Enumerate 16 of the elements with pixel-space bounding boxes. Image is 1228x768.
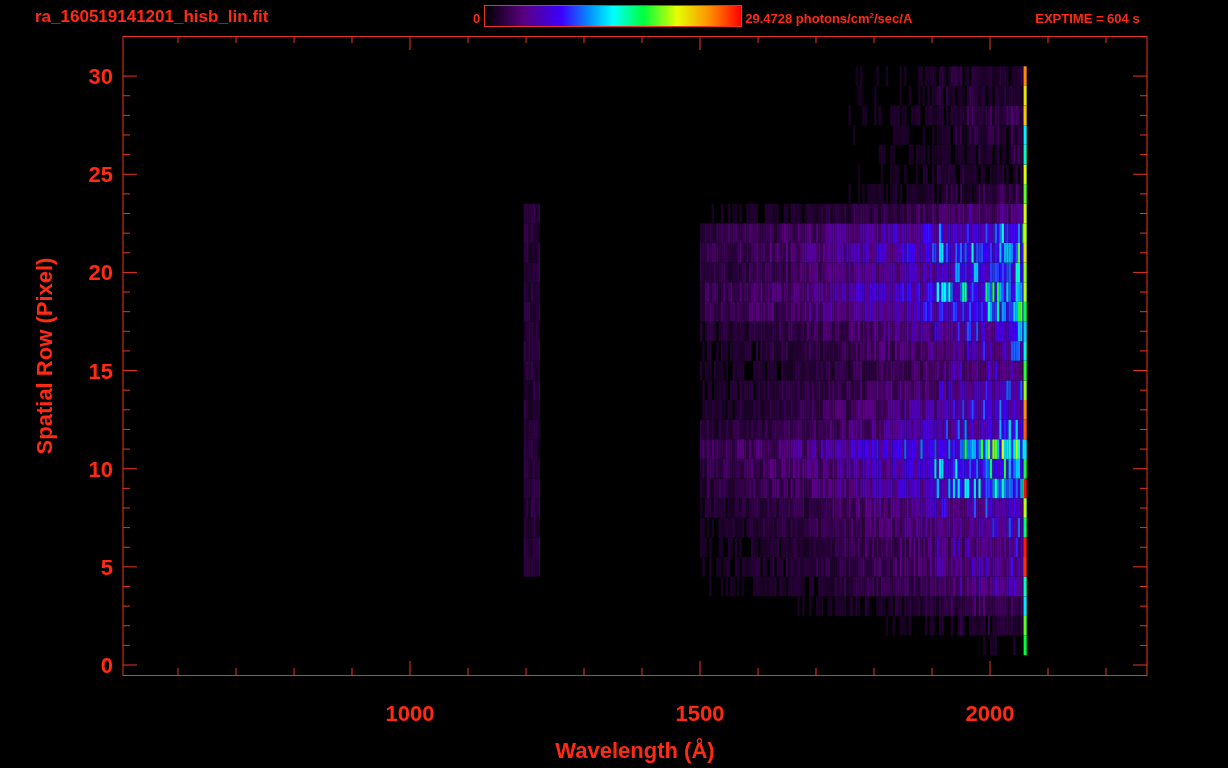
y-tick-label: 10 xyxy=(88,456,113,482)
x-tick-label: 1000 xyxy=(385,701,435,726)
x-tick-label: 2000 xyxy=(965,701,1015,726)
file-name: ra_160519141201_hisb_lin.fit xyxy=(35,7,270,27)
colorbar-min: 0 xyxy=(473,11,481,26)
x-tick-label: 1500 xyxy=(675,701,725,726)
y-tick-label: 20 xyxy=(88,260,113,286)
y-tick-label: 25 xyxy=(88,162,113,188)
y-axis-label: Spatial Row (Pixel) xyxy=(32,257,57,455)
exposure-time: EXPTIME = 604 s xyxy=(1035,11,1140,26)
y-tick-label: 5 xyxy=(100,554,113,580)
y-tick-label: 15 xyxy=(88,358,113,384)
y-tick-label: 0 xyxy=(100,653,113,678)
x-axis-label: Wavelength (Å) xyxy=(555,738,715,763)
colorbar-max: 29.4728 photons/cm$^{2}$/sec/A xyxy=(745,11,914,27)
y-tick-label: 30 xyxy=(88,64,113,90)
